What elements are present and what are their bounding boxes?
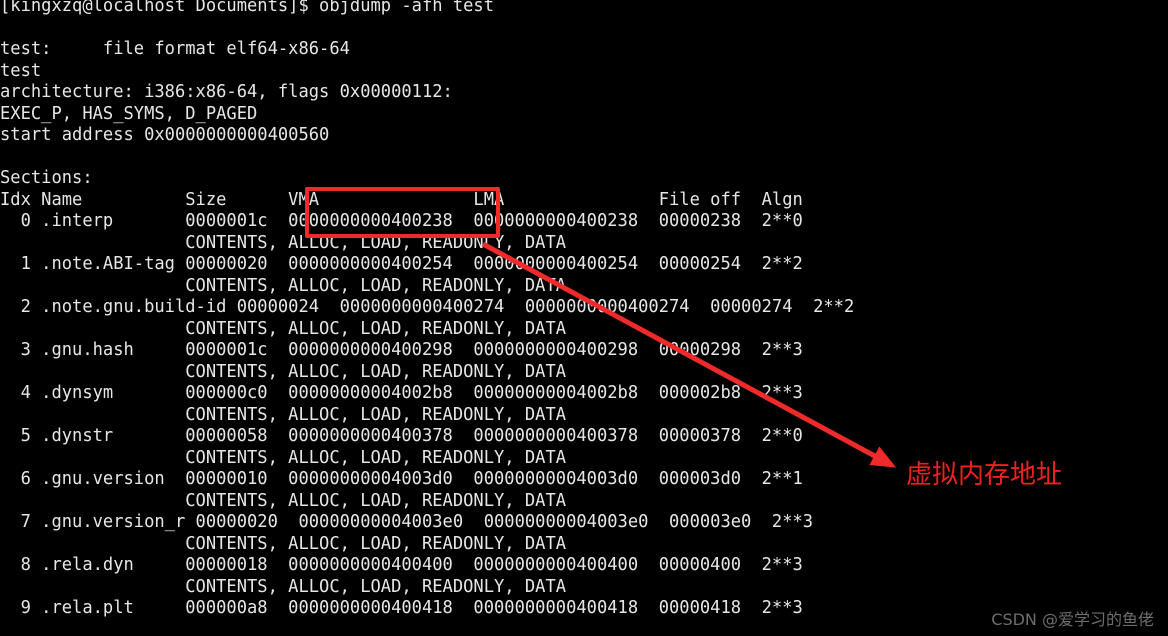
terminal-line: test: file format elf64-x86-64 bbox=[0, 39, 350, 59]
terminal-section-row: 9 .rela.plt 000000a8 0000000000400418 00… bbox=[0, 598, 803, 618]
terminal-section-flags: CONTENTS, ALLOC, LOAD, READONLY, DATA bbox=[0, 404, 567, 425]
terminal-section-row: 5 .dynstr 00000058 0000000000400378 0000… bbox=[0, 426, 803, 446]
terminal-section-flags: CONTENTS, ALLOC, LOAD, READONLY, DATA bbox=[0, 447, 567, 468]
terminal-line: start address 0x0000000000400560 bbox=[0, 125, 330, 145]
terminal-section-flags: CONTENTS, ALLOC, LOAD, READONLY, DATA bbox=[0, 318, 567, 339]
terminal-table-header: Idx Name Size VMA LMA File off Algn bbox=[0, 189, 803, 210]
terminal-section-row: 0 .interp 0000001c 0000000000400238 0000… bbox=[0, 211, 803, 231]
terminal-line: test bbox=[0, 60, 42, 81]
terminal-section-row: 6 .gnu.version 00000010 00000000004003d0… bbox=[0, 469, 803, 489]
terminal-section-flags: CONTENTS, ALLOC, LOAD, READONLY, DATA bbox=[0, 490, 567, 511]
terminal-line: EXEC_P, HAS_SYMS, D_PAGED bbox=[0, 103, 258, 124]
terminal-section-row: 1 .note.ABI-tag 00000020 000000000040025… bbox=[0, 254, 803, 274]
terminal-section-flags: CONTENTS, ALLOC, LOAD, READONLY, DATA bbox=[0, 576, 567, 597]
terminal-section-row: 8 .rela.dyn 00000018 0000000000400400 00… bbox=[0, 555, 803, 575]
terminal-section-flags: CONTENTS, ALLOC, LOAD, READONLY, DATA bbox=[0, 232, 567, 253]
terminal-section-row: 4 .dynsym 000000c0 00000000004002b8 0000… bbox=[0, 383, 803, 403]
terminal-section-row: 2 .note.gnu.build-id 00000024 0000000000… bbox=[0, 297, 855, 317]
csdn-watermark: CSDN @爱学习的鱼佬 bbox=[991, 610, 1154, 629]
terminal-section-flags: CONTENTS, ALLOC, LOAD, READONLY, DATA bbox=[0, 533, 567, 554]
terminal-section-row: 3 .gnu.hash 0000001c 0000000000400298 00… bbox=[0, 340, 803, 360]
terminal-screenshot: [kingxzq@localhost Documents]$ objdump -… bbox=[0, 0, 1168, 636]
terminal-section-flags: CONTENTS, ALLOC, LOAD, READONLY, DATA bbox=[0, 361, 567, 382]
terminal-line: architecture: i386:x86-64, flags 0x00000… bbox=[0, 82, 453, 102]
terminal-section-flags: CONTENTS, ALLOC, LOAD, READONLY, DATA bbox=[0, 275, 567, 296]
terminal-section-row: 7 .gnu.version_r 00000020 00000000004003… bbox=[0, 512, 814, 532]
terminal-line: Sections: bbox=[0, 168, 93, 188]
terminal-output[interactable]: [kingxzq@localhost Documents]$ objdump -… bbox=[0, 0, 1168, 636]
terminal-line: [kingxzq@localhost Documents]$ objdump -… bbox=[0, 0, 495, 16]
